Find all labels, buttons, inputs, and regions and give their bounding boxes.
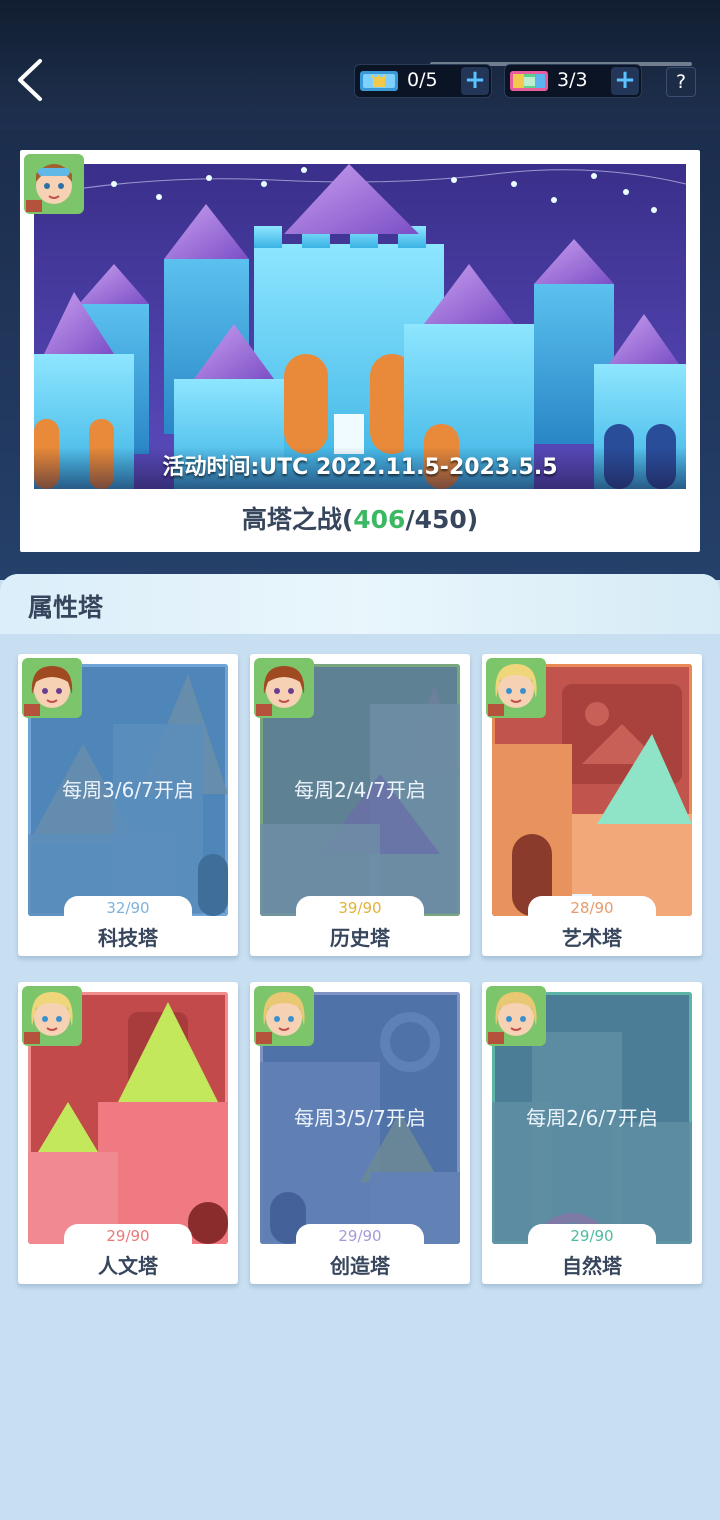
progress-total: /450) bbox=[405, 505, 479, 534]
event-banner[interactable]: 活动时间:UTC 2022.11.5-2023.5.5 高塔之战(406/450… bbox=[20, 150, 700, 552]
add-rainbow-ticket-button[interactable]: + bbox=[611, 67, 639, 95]
character-avatar-badge bbox=[22, 986, 82, 1046]
open-schedule: 每周2/4/7开启 bbox=[294, 778, 426, 802]
tower-card-nature[interactable]: 每周2/6/7开启 29/90 自然塔 bbox=[482, 982, 702, 1284]
tower-card-history[interactable]: 每周2/4/7开启 39/90 历史塔 bbox=[250, 654, 470, 956]
tower-ticket-icon bbox=[359, 68, 399, 94]
castle-night-illustration: 活动时间:UTC 2022.11.5-2023.5.5 bbox=[34, 164, 686, 489]
event-time-label: 活动时间:UTC 2022.11.5-2023.5.5 bbox=[34, 447, 686, 489]
tower-name: 科技塔 bbox=[98, 926, 158, 950]
open-schedule: 每周3/6/7开启 bbox=[62, 778, 194, 802]
tower-card-humanities[interactable]: 29/90 人文塔 bbox=[18, 982, 238, 1284]
tower-progress: 29/90 bbox=[528, 1224, 656, 1246]
tower-progress: 29/90 bbox=[296, 1224, 424, 1246]
tower-card-creation[interactable]: 每周3/5/7开启 29/90 创造塔 bbox=[250, 982, 470, 1284]
help-button[interactable]: ? bbox=[666, 67, 696, 97]
tower-name: 历史塔 bbox=[330, 926, 390, 950]
tower-name: 创造塔 bbox=[330, 1254, 390, 1278]
rainbow-ticket-counter: 3/3 + bbox=[504, 64, 642, 98]
tower-name: 艺术塔 bbox=[562, 926, 622, 950]
character-avatar-badge bbox=[24, 154, 84, 214]
open-schedule: 每周3/5/7开启 bbox=[294, 1106, 426, 1130]
character-avatar-badge bbox=[254, 986, 314, 1046]
rainbow-ticket-icon bbox=[509, 68, 549, 94]
tower-card-art[interactable]: 28/90 艺术塔 bbox=[482, 654, 702, 956]
rainbow-ticket-count: 3/3 bbox=[557, 69, 588, 91]
tower-name: 自然塔 bbox=[562, 1254, 622, 1278]
tower-ticket-count: 0/5 bbox=[407, 69, 438, 91]
character-avatar-badge bbox=[486, 986, 546, 1046]
tower-progress: 39/90 bbox=[296, 896, 424, 918]
tower-name: 人文塔 bbox=[98, 1254, 158, 1278]
character-avatar-badge bbox=[22, 658, 82, 718]
open-schedule: 每周2/6/7开启 bbox=[526, 1106, 658, 1130]
tower-progress: 32/90 bbox=[64, 896, 192, 918]
chevron-left-icon bbox=[18, 59, 42, 101]
section-header: 属性塔 bbox=[0, 574, 720, 634]
tower-ticket-counter: 0/5 + bbox=[354, 64, 492, 98]
character-avatar-badge bbox=[486, 658, 546, 718]
back-button[interactable] bbox=[12, 55, 52, 105]
tower-progress: 29/90 bbox=[64, 1224, 192, 1246]
character-avatar-badge bbox=[254, 658, 314, 718]
top-bar: 0/5 + 3/3 + ? bbox=[0, 0, 720, 130]
status-bar bbox=[0, 0, 720, 10]
add-tower-ticket-button[interactable]: + bbox=[461, 67, 489, 95]
tower-progress: 28/90 bbox=[528, 896, 656, 918]
progress-current: 406 bbox=[353, 505, 406, 534]
tower-battle-title: 高塔之战(406/450) bbox=[20, 500, 700, 536]
section-title: 属性塔 bbox=[28, 593, 104, 622]
title-prefix: 高塔之战( bbox=[241, 505, 354, 534]
tower-card-tech[interactable]: 每周3/6/7开启 32/90 科技塔 bbox=[18, 654, 238, 956]
